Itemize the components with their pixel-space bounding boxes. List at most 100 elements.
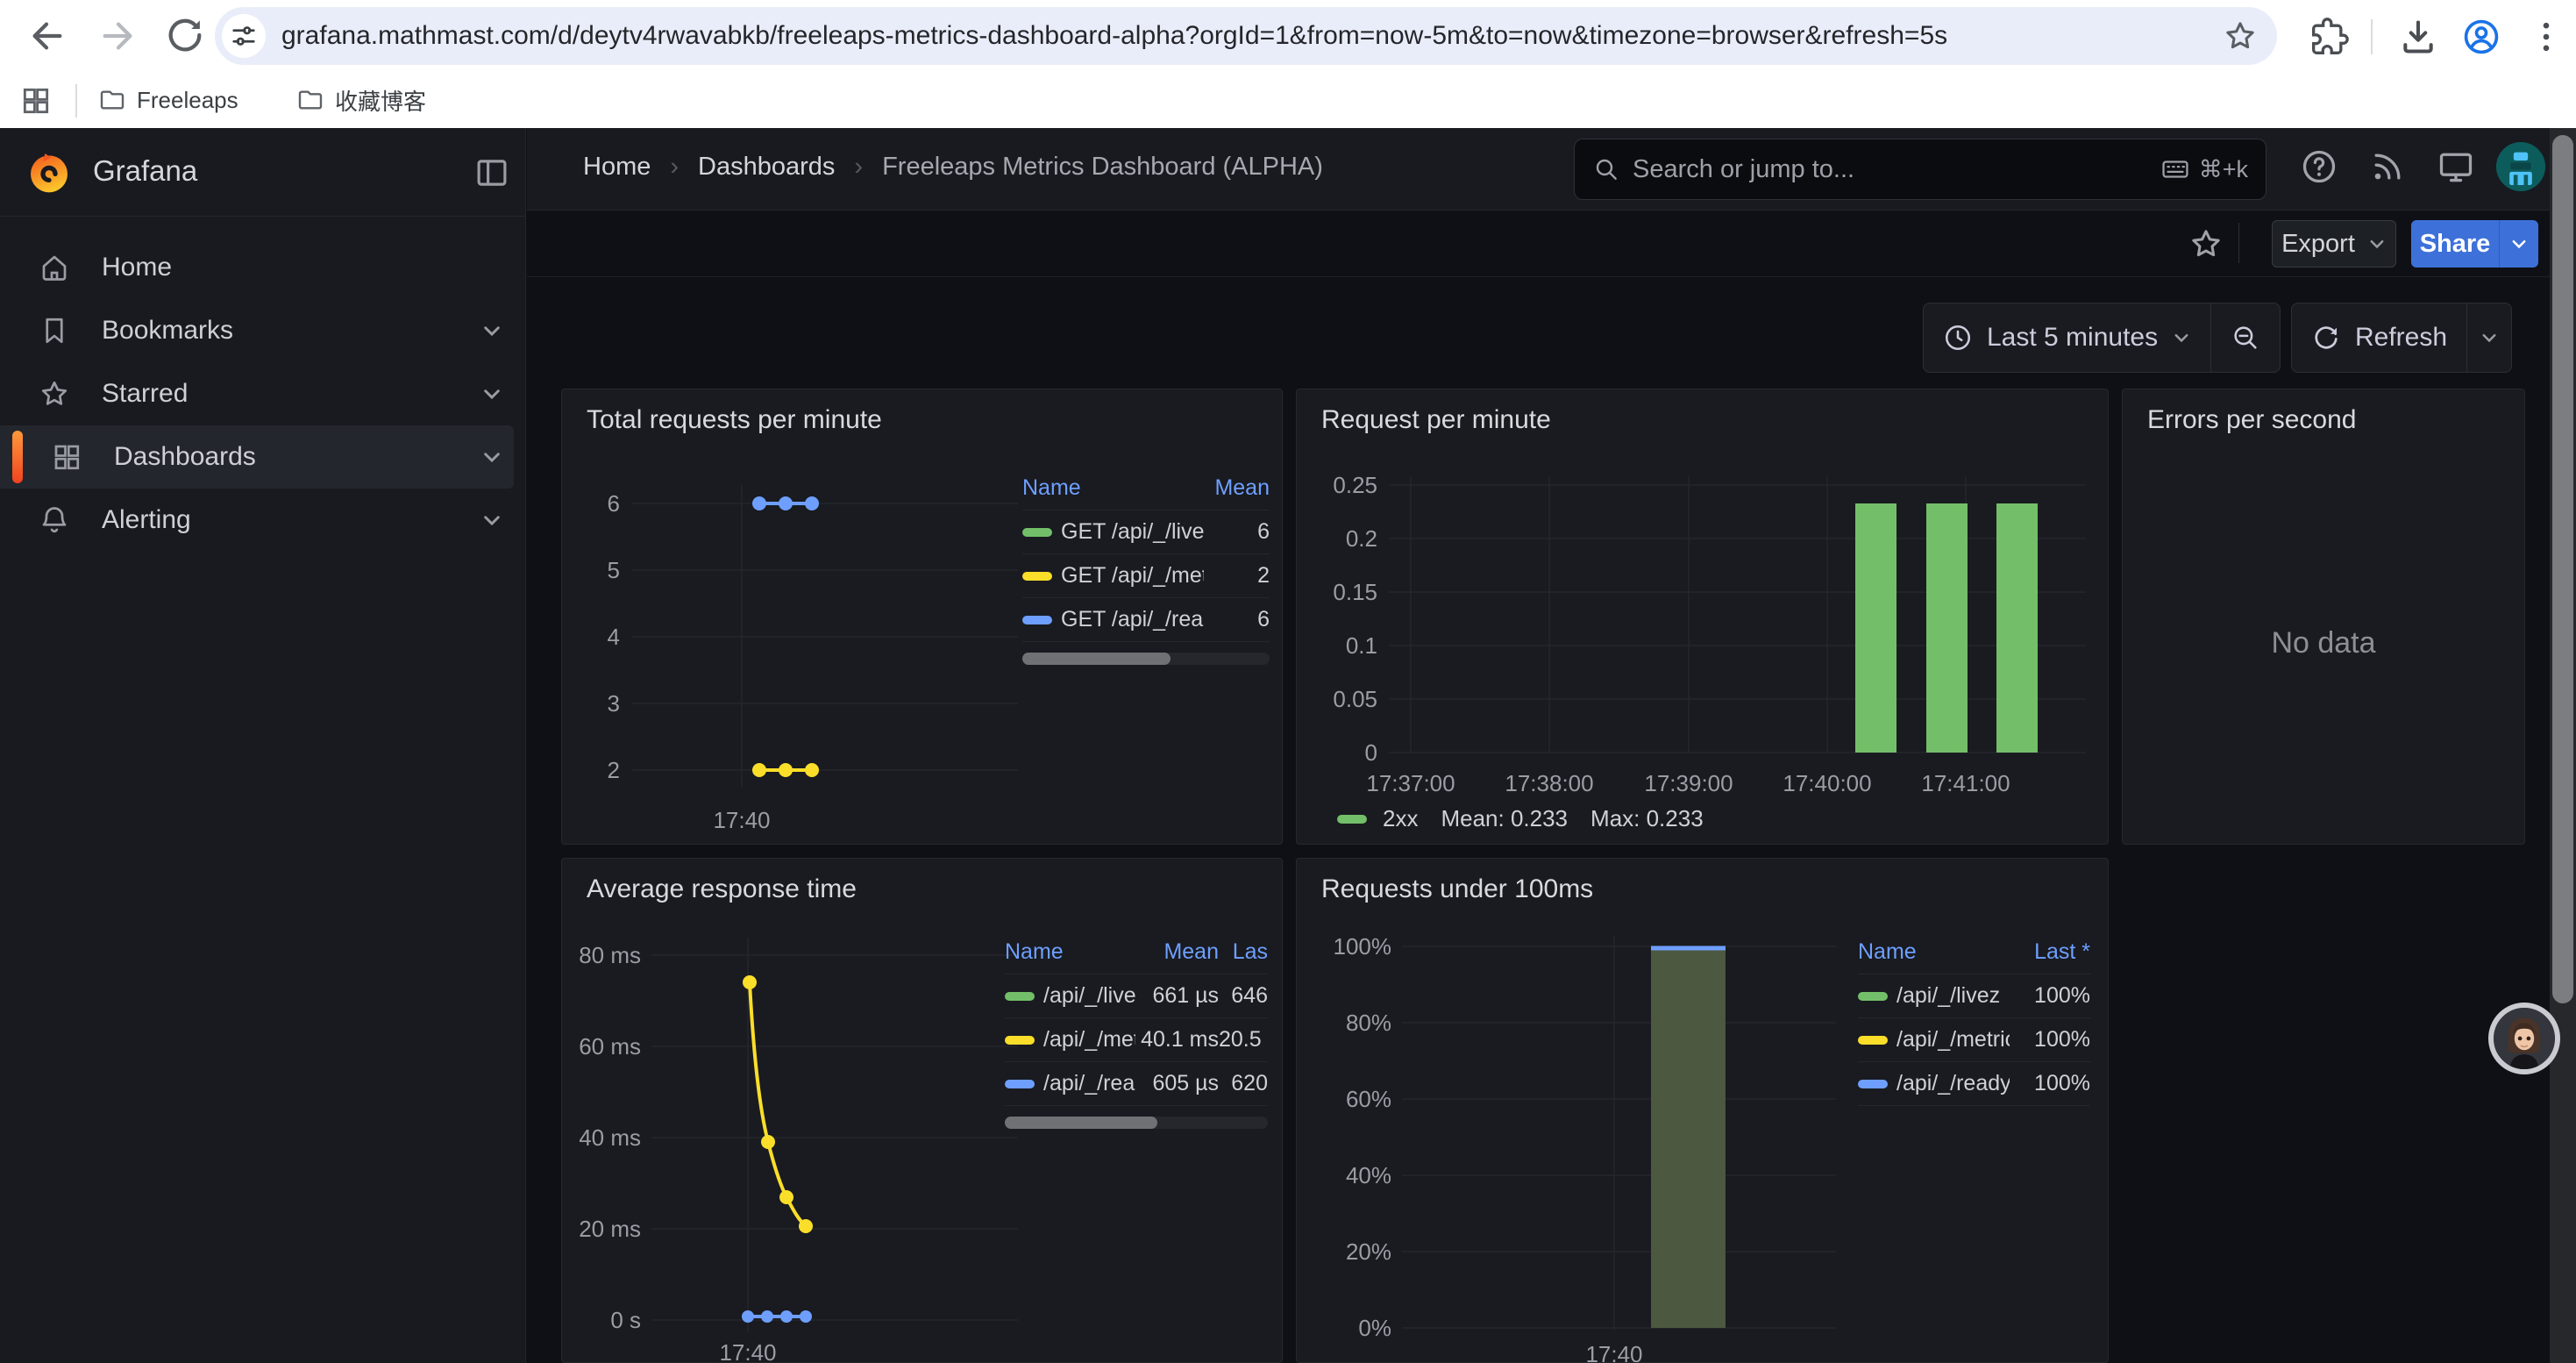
apps-grid-icon[interactable] <box>19 84 53 118</box>
series-name[interactable]: /api/_/livez <box>1043 983 1135 1009</box>
export-button[interactable]: Export <box>2272 220 2396 268</box>
legend-row[interactable]: /api/_/metrics 40.1 ms 20.5 m <box>1005 1018 1268 1062</box>
chevron-down-icon[interactable] <box>480 319 503 342</box>
page-scrollbar[interactable] <box>2550 128 2576 1363</box>
monitor-icon[interactable] <box>2437 147 2475 186</box>
panel-request-per-minute[interactable]: Request per minute 0.25 0.2 0.15 0.1 0.0… <box>1296 389 2109 845</box>
user-avatar[interactable] <box>2496 142 2545 191</box>
series-name[interactable]: GET /api/_/livez <box>1061 519 1204 545</box>
request-per-minute-chart[interactable]: 0.25 0.2 0.15 0.1 0.05 0 17:37:00 17:38:… <box>1314 446 2092 798</box>
sidebar-item-starred[interactable]: Starred <box>0 362 526 425</box>
reload-icon[interactable] <box>165 16 205 56</box>
legend-header-name[interactable]: Name <box>1022 475 1204 501</box>
series-mean: 605 µs <box>1135 1071 1219 1096</box>
legend-header-last[interactable]: Las <box>1219 939 1268 965</box>
sidebar-item-alerting[interactable]: Alerting <box>0 489 526 552</box>
zoom-out-button[interactable] <box>2211 303 2280 372</box>
legend-table: Name Mean Las /api/_/livez 661 µs 646 /a… <box>1005 931 1268 1129</box>
series-name[interactable]: GET /api/_/readyz <box>1061 607 1204 632</box>
site-settings-icon[interactable] <box>222 14 266 58</box>
time-range-picker[interactable]: Last 5 minutes <box>1924 303 2210 372</box>
avg-response-time-chart[interactable]: 80 ms 60 ms 40 ms 20 ms 0 s 17:40 <box>580 920 1018 1363</box>
series-name[interactable]: /api/_/metrics <box>1896 1027 2010 1053</box>
legend-row[interactable]: /api/_/livez 661 µs 646 <box>1005 974 1268 1018</box>
search-box[interactable]: ⌘+k <box>1574 139 2266 200</box>
series-name[interactable]: /api/_/livez <box>1896 983 2000 1009</box>
chevron-down-icon[interactable] <box>480 446 503 468</box>
panel-title[interactable]: Request per minute <box>1321 405 1551 435</box>
menu-dots-icon[interactable] <box>2527 18 2565 56</box>
chevron-down-icon[interactable] <box>480 382 503 405</box>
scrollbar-thumb[interactable] <box>2552 135 2573 1003</box>
series-name[interactable]: /api/_/readyz <box>1896 1071 2010 1096</box>
refresh-interval-dropdown[interactable] <box>2467 303 2511 372</box>
sidebar-item-bookmarks[interactable]: Bookmarks <box>0 299 526 362</box>
panel-errors-per-second[interactable]: Errors per second No data <box>2122 389 2525 845</box>
favorite-star-icon[interactable] <box>2188 226 2224 261</box>
series-last: 646 <box>1219 983 1268 1009</box>
series-color-chip <box>1858 1080 1888 1088</box>
toolbar-divider <box>2371 19 2373 54</box>
scrollbar-thumb[interactable] <box>1005 1117 1157 1129</box>
bookmark-folder-freeleaps[interactable]: Freeleaps <box>98 82 238 118</box>
panel-requests-under-100ms[interactable]: Requests under 100ms 100% 80% 60% 40% 20… <box>1296 858 2109 1363</box>
url-text[interactable]: grafana.mathmast.com/d/deytv4rwavabkb/fr… <box>281 21 2223 51</box>
panel-total-requests[interactable]: Total requests per minute 6 5 4 3 2 17:4… <box>561 389 1283 845</box>
share-button[interactable]: Share <box>2411 220 2499 268</box>
bell-icon <box>39 504 70 536</box>
dock-sidebar-icon[interactable] <box>473 154 510 191</box>
news-rss-icon[interactable] <box>2368 147 2407 186</box>
panel-title[interactable]: Total requests per minute <box>587 405 882 435</box>
legend-header-name[interactable]: Name <box>1858 939 2010 965</box>
series-color-chip <box>1005 1080 1035 1088</box>
extensions-icon[interactable] <box>2310 18 2349 56</box>
panel-title[interactable]: Average response time <box>587 874 857 904</box>
legend-row[interactable]: /api/_/readyz 605 µs 620 <box>1005 1062 1268 1106</box>
legend-row[interactable]: GET /api/_/livez 6 <box>1022 510 1270 554</box>
refresh-label: Refresh <box>2355 323 2447 353</box>
back-icon[interactable] <box>26 16 67 56</box>
legend-header-mean[interactable]: Mean <box>1204 475 1270 501</box>
sidebar-item-dashboards[interactable]: Dashboards <box>0 425 514 489</box>
share-dropdown-button[interactable] <box>2499 220 2538 268</box>
bookmark-folder-blogs[interactable]: 收藏博客 <box>296 82 426 118</box>
total-requests-chart[interactable]: 6 5 4 3 2 17:40 <box>580 460 1018 837</box>
series-name[interactable]: 2xx <box>1383 805 1418 832</box>
floating-assistant-avatar[interactable] <box>2488 1003 2560 1074</box>
sidebar-item-home[interactable]: Home <box>0 236 526 299</box>
breadcrumb-dashboards[interactable]: Dashboards <box>698 153 835 182</box>
legend-row[interactable]: GET /api/_/readyz 6 <box>1022 598 1270 642</box>
legend-scrollbar[interactable] <box>1022 653 1270 665</box>
legend-row[interactable]: GET /api/_/metrics 2 <box>1022 554 1270 598</box>
grafana-logo-icon[interactable] <box>25 147 74 196</box>
breadcrumb-home[interactable]: Home <box>583 153 651 182</box>
search-input[interactable] <box>1633 155 2160 184</box>
series-mean: Mean: 0.233 <box>1441 805 1568 832</box>
legend-row[interactable]: /api/_/livez 100% <box>1858 974 2090 1018</box>
legend-row[interactable]: /api/_/readyz 100% <box>1858 1062 2090 1106</box>
series-name[interactable]: /api/_/metrics <box>1043 1027 1135 1053</box>
download-icon[interactable] <box>2399 18 2437 56</box>
series-name[interactable]: /api/_/readyz <box>1043 1071 1135 1096</box>
legend-row[interactable]: /api/_/metrics 100% <box>1858 1018 2090 1062</box>
forward-icon[interactable] <box>98 16 139 56</box>
help-icon[interactable] <box>2300 147 2338 186</box>
panel-avg-response-time[interactable]: Average response time 80 ms 60 ms 40 ms … <box>561 858 1283 1363</box>
legend-header-last[interactable]: Last * <box>2010 939 2090 965</box>
legend-scrollbar[interactable] <box>1005 1117 1268 1129</box>
panel-title[interactable]: Requests under 100ms <box>1321 874 1593 904</box>
search-shortcut: ⌘+k <box>2199 156 2248 183</box>
refresh-button[interactable]: Refresh <box>2292 303 2466 372</box>
profile-icon[interactable] <box>2462 18 2501 56</box>
chevron-down-icon[interactable] <box>480 509 503 532</box>
address-bar[interactable]: grafana.mathmast.com/d/deytv4rwavabkb/fr… <box>215 7 2277 65</box>
scrollbar-thumb[interactable] <box>1022 653 1171 665</box>
series-name[interactable]: GET /api/_/metrics <box>1061 563 1204 589</box>
bookmark-star-icon[interactable] <box>2223 18 2258 54</box>
requests-under-100ms-chart[interactable]: 100% 80% 60% 40% 20% 0% 17:40 <box>1314 918 1840 1363</box>
brand-name[interactable]: Grafana <box>93 154 197 188</box>
legend-header-mean[interactable]: Mean <box>1135 939 1219 965</box>
y-tick: 0.25 <box>1333 472 1377 498</box>
legend-header-name[interactable]: Name <box>1005 939 1135 965</box>
panel-title[interactable]: Errors per second <box>2147 405 2356 435</box>
